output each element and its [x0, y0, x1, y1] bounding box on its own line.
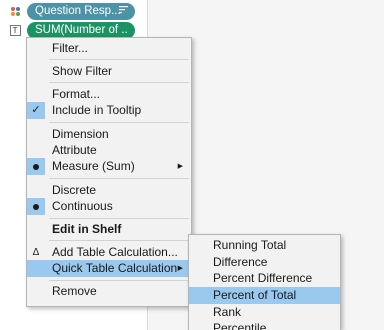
menu-item-add-table-calculation[interactable]: Δ Add Table Calculation... [27, 244, 191, 261]
menu-separator [49, 240, 189, 241]
delta-glyph: Δ [32, 247, 40, 258]
menu-item-label: Edit in Shelf [52, 222, 122, 236]
submenu-arrow-icon: ▶ [177, 265, 183, 272]
color-dots-icon [8, 4, 22, 18]
submenu-item-label: Difference [213, 255, 268, 269]
menu-item-remove[interactable]: Remove [27, 283, 191, 300]
menu-item-attribute[interactable]: Attribute [27, 142, 191, 159]
menu-item-edit-in-shelf[interactable]: Edit in Shelf [27, 221, 191, 238]
menu-item-include-in-tooltip[interactable]: ✓ Include in Tooltip [27, 102, 191, 119]
delta-icon: Δ [27, 244, 45, 261]
menu-item-label: Remove [52, 284, 97, 298]
submenu-item-label: Percentile [213, 321, 267, 330]
menu-item-label: Filter... [52, 41, 89, 55]
menu-separator [49, 280, 189, 281]
pill-label: Question Resp... [35, 5, 121, 17]
tableau-workspace: Question Resp... T SUM(Number of .. Filt… [0, 0, 384, 330]
field-context-menu: Filter... Show Filter Format... ✓ Includ… [26, 37, 192, 307]
submenu-item-label: Rank [213, 305, 242, 319]
submenu-item-label: Percent of Total [213, 288, 297, 302]
menu-item-label: Continuous [52, 199, 113, 213]
submenu-arrow-icon: ▶ [177, 163, 183, 170]
quick-table-calculation-submenu: Running Total Difference Percent Differe… [188, 234, 341, 330]
menu-separator [49, 59, 189, 60]
menu-item-label: Include in Tooltip [52, 103, 142, 117]
dot-glyph [33, 203, 39, 210]
menu-item-label: Format... [52, 87, 101, 101]
menu-separator [49, 122, 189, 123]
question-response-pill[interactable]: Question Resp... [27, 3, 135, 20]
submenu-item-difference[interactable]: Difference [189, 254, 340, 271]
submenu-item-label: Percent Difference [213, 271, 313, 285]
menu-item-label: Quick Table Calculation [52, 261, 178, 275]
pill-label: SUM(Number of .. [35, 24, 128, 36]
dot-glyph [33, 163, 39, 170]
menu-item-continuous[interactable]: Continuous [27, 198, 191, 215]
menu-item-label: Add Table Calculation... [52, 245, 178, 259]
checkmark-icon: ✓ [27, 102, 45, 119]
tooltip-box-glyph: T [9, 24, 21, 36]
radio-dot-icon [27, 158, 45, 175]
submenu-item-percent-of-total[interactable]: Percent of Total [189, 287, 340, 304]
menu-item-label: Discrete [52, 183, 97, 197]
submenu-item-rank[interactable]: Rank [189, 304, 340, 321]
menu-item-label: Show Filter [52, 64, 113, 78]
submenu-item-running-total[interactable]: Running Total [189, 237, 340, 254]
menu-item-label: Dimension [52, 127, 109, 141]
menu-separator [49, 82, 189, 83]
checkmark-glyph: ✓ [31, 104, 41, 116]
tooltip-icon: T [8, 23, 22, 37]
menu-item-quick-table-calculation[interactable]: Quick Table Calculation ▶ [27, 260, 191, 277]
menu-item-measure-sum[interactable]: Measure (Sum) ▶ [27, 158, 191, 175]
menu-separator [49, 178, 189, 179]
menu-item-format[interactable]: Format... [27, 86, 191, 103]
submenu-item-percent-difference[interactable]: Percent Difference [189, 270, 340, 287]
menu-item-dimension[interactable]: Dimension [27, 126, 191, 143]
sort-descending-icon [119, 3, 128, 20]
radio-dot-icon [27, 198, 45, 215]
menu-item-filter[interactable]: Filter... [27, 40, 191, 57]
menu-item-show-filter[interactable]: Show Filter [27, 63, 191, 80]
menu-item-label: Measure (Sum) [52, 159, 135, 173]
menu-item-label: Attribute [52, 143, 97, 157]
menu-separator [49, 218, 189, 219]
submenu-item-label: Running Total [213, 238, 287, 252]
submenu-item-percentile[interactable]: Percentile [189, 320, 340, 330]
menu-item-discrete[interactable]: Discrete [27, 182, 191, 199]
